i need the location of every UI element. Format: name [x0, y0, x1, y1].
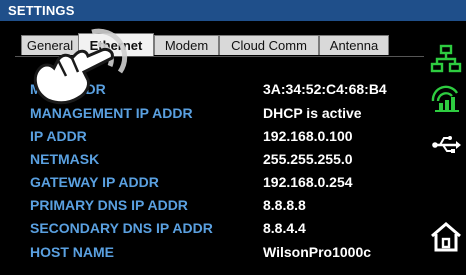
gateway-ip-value: 192.168.0.254 — [263, 174, 353, 190]
host-name-label: HOST NAME — [30, 244, 114, 260]
gateway-ip-label: GATEWAY IP ADDR — [30, 174, 159, 190]
tab-antenna[interactable]: Antenna — [319, 35, 389, 55]
netmask-label: NETMASK — [30, 151, 100, 167]
home-icon[interactable] — [430, 221, 462, 253]
ip-addr-value: 192.168.0.100 — [263, 128, 353, 144]
right-sidebar — [426, 21, 466, 275]
secondary-dns-row: SECONDARY DNS IP ADDR 8.8.4.4 — [30, 218, 420, 238]
primary-dns-row: PRIMARY DNS IP ADDR 8.8.8.8 — [30, 195, 420, 215]
page-title: SETTINGS — [8, 3, 75, 18]
primary-dns-label: PRIMARY DNS IP ADDR — [30, 197, 188, 213]
host-name-value: WilsonPro1000c — [263, 244, 372, 260]
mac-addr-value: 3A:34:52:C4:68:B4 — [263, 81, 387, 97]
primary-dns-value: 8.8.8.8 — [263, 197, 306, 213]
touch-hand-icon — [33, 28, 128, 105]
ip-addr-row: IP ADDR 192.168.0.100 — [30, 126, 420, 146]
network-icon[interactable] — [430, 43, 462, 75]
signal-icon[interactable] — [430, 83, 462, 115]
settings-header: SETTINGS — [0, 0, 466, 21]
secondary-dns-value: 8.8.4.4 — [263, 220, 306, 236]
host-name-row: HOST NAME WilsonPro1000c — [30, 242, 420, 262]
netmask-row: NETMASK 255.255.255.0 — [30, 149, 420, 169]
tab-modem[interactable]: Modem — [154, 35, 219, 55]
usb-icon[interactable] — [430, 129, 462, 161]
management-ip-value[interactable]: DHCP is active — [263, 103, 362, 123]
ip-addr-label: IP ADDR — [30, 128, 87, 144]
netmask-value: 255.255.255.0 — [263, 151, 353, 167]
tab-cloud-comm[interactable]: Cloud Comm — [219, 35, 319, 55]
gateway-ip-row: GATEWAY IP ADDR 192.168.0.254 — [30, 172, 420, 192]
secondary-dns-label: SECONDARY DNS IP ADDR — [30, 220, 213, 236]
